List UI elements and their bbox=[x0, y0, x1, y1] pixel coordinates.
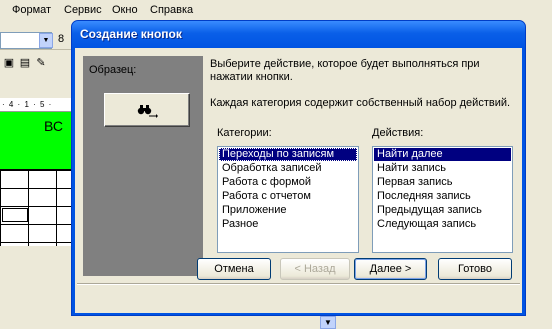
list-item[interactable]: Приложение bbox=[219, 204, 357, 217]
background-workspace bbox=[0, 246, 72, 329]
sample-label: Образец: bbox=[89, 64, 137, 76]
background-menubar: Формат Сервис Окно Справка bbox=[0, 0, 552, 20]
list-item[interactable]: Переходы по записям bbox=[219, 148, 357, 161]
instruction-text: Выберите действие, которое будет выполня… bbox=[210, 58, 480, 83]
list-item[interactable]: Последняя запись bbox=[374, 190, 511, 203]
menu-help[interactable]: Справка bbox=[150, 4, 193, 16]
ruler: · 4 · 1 · 5 · bbox=[0, 98, 72, 112]
binoculars-arrow-icon bbox=[137, 105, 158, 118]
finish-button[interactable]: Готово bbox=[438, 258, 512, 280]
list-item[interactable]: Предыдущая запись bbox=[374, 204, 511, 217]
cancel-button[interactable]: Отмена bbox=[197, 258, 271, 280]
preview-icon[interactable]: ▣ bbox=[2, 56, 16, 70]
chevron-down-icon[interactable]: ▼ bbox=[39, 33, 53, 48]
list-item[interactable]: Найти запись bbox=[374, 162, 511, 175]
dialog-titlebar[interactable]: Создание кнопок bbox=[72, 21, 525, 48]
sample-button-preview bbox=[104, 93, 190, 127]
font-size-field[interactable]: 8 bbox=[58, 33, 64, 45]
dialog-title: Создание кнопок bbox=[80, 27, 182, 41]
menu-window[interactable]: Окно bbox=[112, 4, 138, 16]
categories-label: Категории: bbox=[217, 127, 272, 139]
list-item[interactable]: Разное bbox=[219, 218, 357, 231]
categories-listbox[interactable]: Переходы по записям Обработка записей Ра… bbox=[217, 146, 359, 253]
menu-service[interactable]: Сервис bbox=[64, 4, 102, 16]
paste-icon[interactable]: ▤ bbox=[18, 56, 32, 70]
selected-form-control[interactable] bbox=[2, 208, 28, 222]
form-header-text: ВС bbox=[44, 118, 63, 134]
scroll-down-icon[interactable]: ▼ bbox=[320, 316, 336, 329]
list-item[interactable]: Работа с отчетом bbox=[219, 190, 357, 203]
actions-label: Действия: bbox=[372, 127, 424, 139]
back-button: < Назад bbox=[280, 258, 350, 280]
list-item[interactable]: Первая запись bbox=[374, 176, 511, 189]
category-hint-text: Каждая категория содержит собственный на… bbox=[210, 97, 511, 109]
sample-panel: Образец: bbox=[83, 56, 203, 276]
menu-format[interactable]: Формат bbox=[12, 4, 51, 16]
list-item[interactable]: Найти далее bbox=[374, 148, 511, 161]
next-button[interactable]: Далее > bbox=[354, 258, 427, 280]
divider bbox=[77, 283, 520, 285]
list-item[interactable]: Работа с формой bbox=[219, 176, 357, 189]
format-painter-icon[interactable]: ✎ bbox=[34, 56, 48, 70]
actions-listbox[interactable]: Найти далее Найти запись Первая запись П… bbox=[372, 146, 513, 253]
list-item[interactable]: Обработка записей bbox=[219, 162, 357, 175]
list-item[interactable]: Следующая запись bbox=[374, 218, 511, 231]
